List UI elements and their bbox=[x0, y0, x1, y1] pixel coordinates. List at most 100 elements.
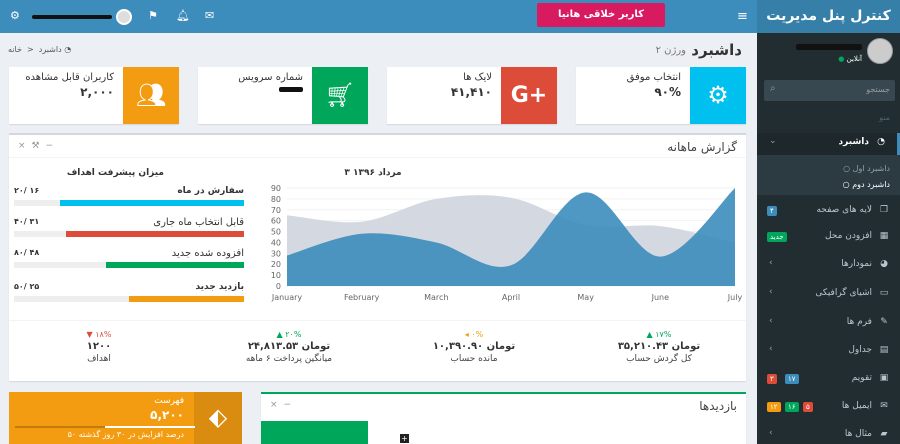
collapse-icon[interactable]: − bbox=[284, 400, 298, 410]
stat-total-revenue: ▲ ۱۷% ۳۵,۲۱۰.۴۳ تومان کل گردش حساب bbox=[617, 330, 701, 364]
breadcrumb: داشبرد < خانه ◔ bbox=[8, 45, 72, 54]
table-icon: ▤ bbox=[879, 345, 889, 355]
search-placeholder: جستجو bbox=[866, 85, 890, 94]
sidebar: ● آنلاین جستجو ⌕ منو ◔ داشبرد ⌄ ○ داشبرد… bbox=[757, 33, 900, 444]
y-tick-label: 70 bbox=[271, 206, 281, 215]
badge: ۱۶ bbox=[785, 402, 799, 412]
chevron-left-icon: ‹ bbox=[769, 287, 773, 297]
breadcrumb-home[interactable]: خانه bbox=[8, 45, 22, 54]
bell-icon[interactable]: 🔔︎ bbox=[176, 9, 190, 22]
x-tick-label: February bbox=[344, 293, 380, 302]
calendar-icon: ▣ bbox=[879, 373, 889, 383]
user-name-redacted bbox=[796, 44, 862, 50]
avatar bbox=[867, 38, 893, 64]
y-tick-label: 20 bbox=[271, 260, 281, 269]
y-tick-label: 90 bbox=[271, 184, 281, 193]
y-tick-label: 30 bbox=[271, 249, 281, 258]
goals-panel: میزان پیشرفت اهداف سفارش در ماه ۲۰/ ۱۶ ق… bbox=[14, 168, 244, 302]
x-tick-label: May bbox=[577, 293, 594, 302]
wrench-icon[interactable]: ⚒ bbox=[32, 141, 46, 151]
breadcrumb-current: داشبرد bbox=[38, 45, 62, 54]
submenu-item-dashboard-2[interactable]: ○ داشبرد دوم bbox=[843, 180, 890, 189]
badge: ۱۷ bbox=[785, 374, 799, 384]
x-tick-label: January bbox=[271, 293, 303, 302]
sidebar-item-widgets[interactable]: ▦ افزودن محل جدید bbox=[757, 227, 900, 249]
y-tick-label: 40 bbox=[271, 238, 281, 247]
goals-title: میزان پیشرفت اهداف bbox=[66, 168, 164, 178]
envelope-icon: ✉ bbox=[880, 401, 888, 411]
grid-icon: ▦ bbox=[879, 231, 889, 241]
page-title: داشبرد bbox=[691, 41, 742, 59]
box-tools: ×− bbox=[270, 400, 297, 410]
sidebar-item-mailbox[interactable]: ✉ ایمیل ها ۵ ۱۶ ۱۲ bbox=[757, 397, 900, 419]
flag-icon[interactable]: ⚑ bbox=[148, 9, 158, 22]
files-icon: ❐ bbox=[879, 205, 889, 215]
info-box-service: 🛒︎ شماره سرویس bbox=[198, 67, 368, 124]
close-icon[interactable]: × bbox=[18, 141, 32, 151]
plus-icon[interactable]: + bbox=[400, 434, 409, 443]
tag-icon: ⬖ bbox=[194, 392, 242, 444]
sidebar-item-calendar[interactable]: ▣ تقویم ۱۷ ۳ bbox=[757, 369, 900, 391]
users-icon: 👥︎ bbox=[123, 67, 179, 124]
redacted-value bbox=[279, 87, 303, 92]
search-icon[interactable]: ⌕ bbox=[770, 83, 776, 94]
chart-caption: ۳ مرداد ۱۳۹۶ bbox=[344, 168, 402, 178]
user-name-redacted bbox=[32, 15, 112, 19]
sidebar-item-layouts[interactable]: ❐ لایه های صفحه ۴ bbox=[757, 201, 900, 223]
progress-bar bbox=[60, 200, 244, 206]
top-navbar: ⚙ ⚑ 🔔︎ ✉ کاربر خلاقی هانیا ≡ bbox=[0, 0, 757, 33]
brand-logo[interactable]: کنترل پنل مدیریت bbox=[757, 0, 900, 33]
sidebar-user-panel: ● آنلاین bbox=[757, 36, 900, 76]
y-tick-label: 10 bbox=[271, 271, 281, 280]
dashboard-icon: ◔ bbox=[64, 45, 72, 54]
dashboard-submenu: ○ داشبرد اول ○ داشبرد دوم bbox=[757, 155, 900, 195]
box-tools: ×⚒− bbox=[18, 141, 59, 151]
sidebar-item-dashboard[interactable]: ◔ داشبرد ⌄ bbox=[757, 133, 900, 155]
avatar bbox=[116, 9, 132, 25]
monthly-report-box: گزارش ماهانه ×⚒− ۳ مرداد ۱۳۹۶ 0 10 20 30 40 5… bbox=[9, 133, 746, 381]
y-tick-label: 60 bbox=[271, 217, 281, 226]
sales-info-box: ⬖ فهرست ۵,۲۰۰ ۵۰ درصد افزایش در ۳۰ روز گ… bbox=[9, 392, 242, 444]
info-box-users: 👥︎ کاربران قابل مشاهده ۲,۰۰۰ bbox=[9, 67, 179, 124]
submenu-item-dashboard-1[interactable]: ○ داشبرد اول bbox=[843, 164, 890, 173]
sidebar-item-charts[interactable]: ◕ نمودارها ‹ bbox=[757, 255, 900, 277]
monthly-area-chart: 0 10 20 30 4050 60 70 80 90 January February March A… bbox=[271, 184, 743, 302]
sidebar-item-examples[interactable]: ▰ مثال ها ‹ bbox=[757, 425, 900, 444]
x-tick-label: July bbox=[727, 293, 743, 302]
progress-bar bbox=[105, 426, 195, 428]
online-status: ● آنلاین bbox=[838, 55, 862, 63]
info-box-success: ⚙ انتخاب موفق ۹۰% bbox=[576, 67, 746, 124]
edit-icon: ✎ bbox=[880, 317, 888, 327]
x-tick-label: April bbox=[502, 293, 520, 302]
progress-bar bbox=[106, 262, 244, 268]
stat-average-payment: ▲ ۲۰% ۲۴,۸۱۳.۵۳ تومان میانگین پرداخت ۶ م… bbox=[245, 330, 333, 364]
collapse-icon[interactable]: − bbox=[46, 141, 60, 151]
gear-icon: ⚙ bbox=[690, 67, 746, 124]
sidebar-item-tables[interactable]: ▤ جداول ‹ bbox=[757, 341, 900, 363]
page-subtitle: ورژن ۲ bbox=[655, 45, 686, 56]
google-plus-icon: G+ bbox=[501, 67, 557, 124]
sidebar-item-ui[interactable]: ▭ اشیای گرافیکی ‹ bbox=[757, 284, 900, 306]
chevron-down-icon: ⌄ bbox=[769, 136, 777, 146]
menu-header: منو bbox=[879, 113, 890, 122]
promo-button[interactable]: کاربر خلاقی هانیا bbox=[537, 3, 665, 27]
progress-bar bbox=[129, 296, 244, 302]
badge: ۳ bbox=[767, 374, 777, 384]
y-tick-label: 80 bbox=[271, 195, 281, 204]
gears-icon[interactable]: ⚙ bbox=[10, 9, 20, 22]
search-input[interactable]: جستجو ⌕ bbox=[764, 80, 895, 101]
visitors-green-panel bbox=[261, 421, 368, 444]
cart-icon: 🛒︎ bbox=[312, 67, 368, 124]
stat-balance: ◂ ۰% ۱۰,۳۹۰.۹۰ تومان مانده حساب bbox=[432, 330, 516, 364]
folder-icon: ▰ bbox=[880, 429, 888, 439]
laptop-icon: ▭ bbox=[879, 288, 889, 298]
x-tick-label: June bbox=[651, 293, 670, 302]
hamburger-icon[interactable]: ≡ bbox=[737, 9, 748, 24]
close-icon[interactable]: × bbox=[270, 400, 284, 410]
box-title: گزارش ماهانه bbox=[667, 140, 737, 154]
progress-track bbox=[15, 426, 195, 428]
badge: ۱۲ bbox=[767, 402, 781, 412]
progress-bar bbox=[65, 231, 244, 237]
sidebar-item-forms[interactable]: ✎ فرم ها ‹ bbox=[757, 313, 900, 335]
envelope-icon[interactable]: ✉ bbox=[205, 9, 214, 22]
